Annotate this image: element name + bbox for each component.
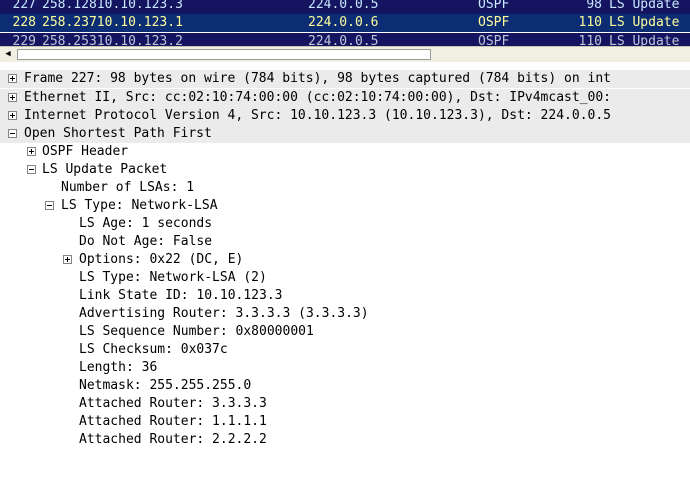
tree-item-label: Link State ID: 10.10.123.3 <box>79 288 283 303</box>
tree-item-label: LS Checksum: 0x037c <box>79 342 228 357</box>
tree-item-ospf[interactable]: Open Shortest Path First <box>0 125 690 143</box>
tree-item-label: OSPF Header <box>42 144 129 159</box>
packet-number: 229 <box>12 34 36 46</box>
tree-item-advertising-router[interactable]: Advertising Router: 3.3.3.3 (3.3.3.3) <box>0 305 690 323</box>
packet-time: 258.237 <box>42 15 97 30</box>
tree-item-netmask[interactable]: Netmask: 255.255.255.0 <box>0 377 690 395</box>
tree-item-ls-checksum[interactable]: LS Checksum: 0x037c <box>0 341 690 359</box>
tree-item-ls-type-detail[interactable]: LS Type: Network-LSA (2) <box>0 269 690 287</box>
packet-list[interactable]: 227 258.12810.10.123.3 224.0.0.5 OSPF 98… <box>0 0 690 46</box>
expand-icon[interactable] <box>8 74 17 83</box>
tree-item-label: Attached Router: 3.3.3.3 <box>79 396 267 411</box>
collapse-icon[interactable] <box>27 165 36 174</box>
packet-source: 10.10.123.2 <box>96 34 183 46</box>
tree-item-attached-router-2[interactable]: Attached Router: 1.1.1.1 <box>0 413 690 431</box>
packet-source: 10.10.123.3 <box>96 0 183 12</box>
packet-protocol: OSPF <box>478 34 510 46</box>
packet-destination: 224.0.0.5 <box>308 34 379 46</box>
tree-item-options[interactable]: Options: 0x22 (DC, E) <box>0 251 690 269</box>
tree-item-label: Ethernet II, Src: cc:02:10:74:00:00 (cc:… <box>24 90 611 105</box>
packet-details-tree[interactable]: Frame 227: 98 bytes on wire (784 bits), … <box>0 62 690 449</box>
scrollbar-thumb[interactable] <box>17 49 431 60</box>
tree-item-ospf-header[interactable]: OSPF Header <box>0 143 690 161</box>
tree-item-label: Attached Router: 2.2.2.2 <box>79 432 267 447</box>
tree-item-ls-type[interactable]: LS Type: Network-LSA <box>0 197 690 215</box>
packet-time-source: 258.23710.10.123.1 <box>42 14 183 32</box>
packet-info: LS Update <box>609 0 680 12</box>
tree-item-label: Open Shortest Path First <box>24 126 212 141</box>
tree-item-label: LS Type: Network-LSA (2) <box>79 270 267 285</box>
tree-item-label: LS Type: Network-LSA <box>61 198 218 213</box>
packet-length: 98 <box>586 0 602 12</box>
tree-item-attached-router-3[interactable]: Attached Router: 2.2.2.2 <box>0 431 690 449</box>
scroll-left-icon[interactable]: ◀ <box>0 47 16 62</box>
packet-info: LS Update <box>609 34 680 46</box>
packet-row-228[interactable]: 228 258.23710.10.123.1 224.0.0.6 OSPF 11… <box>0 14 690 32</box>
tree-item-ls-sequence[interactable]: LS Sequence Number: 0x80000001 <box>0 323 690 341</box>
packet-info: LS Update <box>609 15 680 30</box>
horizontal-scrollbar[interactable]: ◀ <box>0 46 690 62</box>
packet-time-source: 258.12810.10.123.3 <box>42 0 183 14</box>
packet-destination: 224.0.0.5 <box>308 0 379 12</box>
tree-item-ls-update-packet[interactable]: LS Update Packet <box>0 161 690 179</box>
tree-item-num-lsas[interactable]: Number of LSAs: 1 <box>0 179 690 197</box>
packet-time: 258.128 <box>42 0 97 12</box>
tree-item-label: LS Sequence Number: 0x80000001 <box>79 324 314 339</box>
collapse-icon[interactable] <box>8 129 17 138</box>
packet-row-227[interactable]: 227 258.12810.10.123.3 224.0.0.5 OSPF 98… <box>0 0 690 14</box>
packet-time: 258.253 <box>42 34 97 46</box>
tree-item-do-not-age[interactable]: Do Not Age: False <box>0 233 690 251</box>
tree-item-label: Netmask: 255.255.255.0 <box>79 378 252 393</box>
expand-icon[interactable] <box>27 147 36 156</box>
tree-item-label: Attached Router: 1.1.1.1 <box>79 414 267 429</box>
packet-time-source: 258.25310.10.123.2 <box>42 33 183 46</box>
expand-icon[interactable] <box>63 255 72 264</box>
packet-length: 110 <box>578 15 602 30</box>
tree-item-ip[interactable]: Internet Protocol Version 4, Src: 10.10.… <box>0 107 690 125</box>
tree-item-label: Frame 227: 98 bytes on wire (784 bits), … <box>24 71 611 86</box>
expand-icon[interactable] <box>8 93 17 102</box>
tree-item-label: LS Age: 1 seconds <box>79 216 213 231</box>
collapse-icon[interactable] <box>45 201 54 210</box>
packet-destination: 224.0.0.6 <box>308 15 379 30</box>
packet-row-229[interactable]: 229 258.25310.10.123.2 224.0.0.5 OSPF 11… <box>0 33 690 46</box>
packet-number: 228 <box>12 15 36 30</box>
tree-item-length[interactable]: Length: 36 <box>0 359 690 377</box>
tree-item-label: Advertising Router: 3.3.3.3 (3.3.3.3) <box>79 306 369 321</box>
tree-item-ls-age[interactable]: LS Age: 1 seconds <box>0 215 690 233</box>
packet-source: 10.10.123.1 <box>96 15 183 30</box>
tree-item-frame[interactable]: Frame 227: 98 bytes on wire (784 bits), … <box>0 70 690 88</box>
tree-item-label: Do Not Age: False <box>79 234 213 249</box>
expand-icon[interactable] <box>8 111 17 120</box>
packet-length: 110 <box>578 34 602 46</box>
packet-protocol: OSPF <box>478 15 510 30</box>
tree-item-label: Length: 36 <box>79 360 158 375</box>
packet-protocol: OSPF <box>478 0 510 12</box>
tree-item-label: LS Update Packet <box>42 162 168 177</box>
packet-number: 227 <box>12 0 36 12</box>
tree-item-link-state-id[interactable]: Link State ID: 10.10.123.3 <box>0 287 690 305</box>
tree-item-label: Options: 0x22 (DC, E) <box>79 252 244 267</box>
tree-item-label: Internet Protocol Version 4, Src: 10.10.… <box>24 108 611 123</box>
tree-item-ethernet[interactable]: Ethernet II, Src: cc:02:10:74:00:00 (cc:… <box>0 89 690 107</box>
tree-item-label: Number of LSAs: 1 <box>61 180 195 195</box>
tree-item-attached-router-1[interactable]: Attached Router: 3.3.3.3 <box>0 395 690 413</box>
